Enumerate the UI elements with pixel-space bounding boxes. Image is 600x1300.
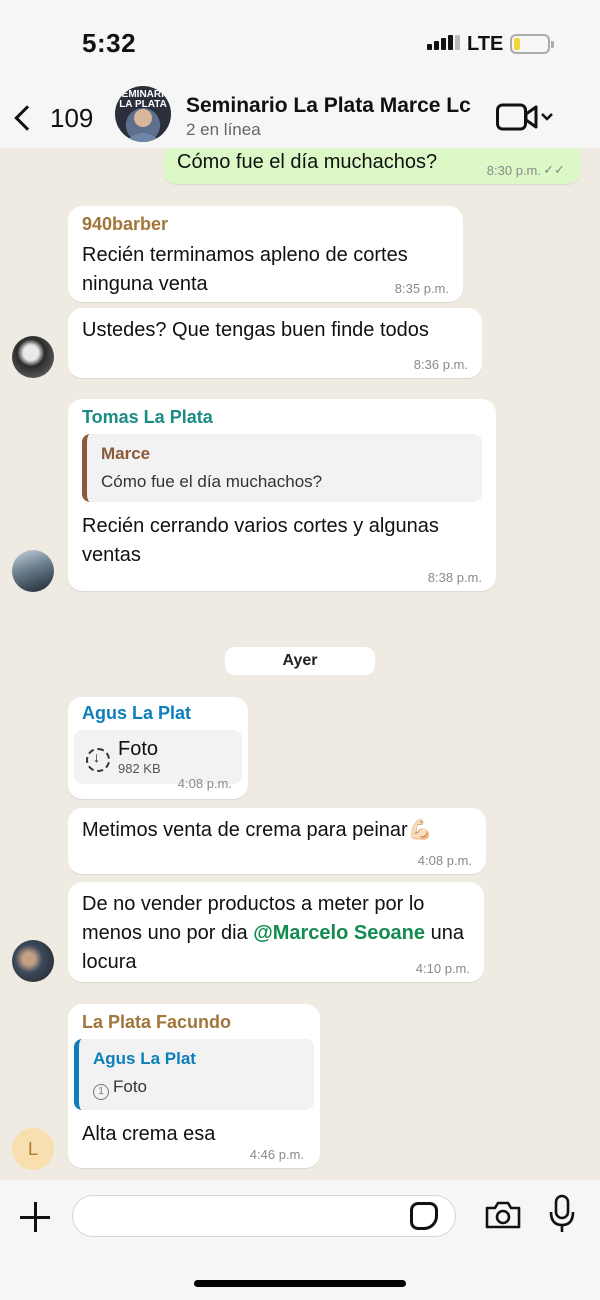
back-chevron-icon — [14, 105, 40, 131]
status-bar: 5:32 LTE — [0, 0, 600, 86]
attach-plus-button[interactable] — [18, 1200, 52, 1234]
incoming-message[interactable]: 940barber Recién terminamos apleno de co… — [68, 206, 463, 302]
timer-icon: 1 — [93, 1084, 109, 1100]
camera-icon — [485, 1201, 521, 1229]
message-time: 4:08 p.m. — [177, 776, 232, 791]
composer-bar — [0, 1180, 600, 1300]
group-name[interactable]: Seminario La Plata Marce Lc — [186, 94, 471, 118]
home-indicator — [194, 1280, 406, 1287]
message-time: 4:10 p.m. — [415, 961, 470, 976]
microphone-button[interactable] — [548, 1194, 576, 1234]
mention-link[interactable]: @Marcelo Seoane — [253, 922, 425, 944]
incoming-message[interactable]: De no vender productos a meter por lo me… — [68, 882, 484, 982]
battery-icon — [510, 34, 554, 54]
file-size: 982 KB — [118, 761, 161, 776]
date-divider: Ayer — [225, 647, 375, 675]
message-text: Recién cerrando varios cortes y algunas … — [82, 515, 439, 566]
message-text: Alta crema esa — [82, 1123, 216, 1145]
sender-name[interactable]: Tomas La Plata — [82, 407, 482, 428]
camera-button[interactable] — [484, 1200, 522, 1230]
incoming-message[interactable]: Ustedes? Que tengas buen finde todos 8:3… — [68, 308, 482, 378]
download-icon[interactable] — [86, 748, 110, 772]
message-input[interactable] — [72, 1195, 456, 1237]
person-silhouette-icon — [125, 109, 161, 142]
quoted-text: Cómo fue el día muchachos? — [101, 472, 323, 491]
sender-avatar[interactable] — [12, 550, 54, 592]
avatar-letter: L — [27, 1139, 38, 1159]
sender-name[interactable]: La Plata Facundo — [82, 1012, 314, 1033]
message-time: 4:08 p.m. — [417, 853, 472, 868]
sender-name[interactable]: Agus La Plat — [82, 703, 242, 724]
file-name: Foto — [118, 738, 159, 760]
chat-header: 109 SEMINARIO LA PLATA Seminario La Plata… — [0, 86, 600, 148]
message-text: Metimos venta de crema para peinar💪🏻 — [82, 819, 433, 841]
video-call-icon — [496, 103, 553, 131]
message-time: 4:46 p.m. — [249, 1147, 304, 1162]
sender-avatar[interactable] — [12, 940, 54, 982]
video-call-button[interactable] — [496, 102, 556, 132]
incoming-message[interactable]: Metimos venta de crema para peinar💪🏻 4:0… — [68, 808, 486, 874]
incoming-message[interactable]: Agus La Plat Foto 982 KB 4:08 p.m. — [68, 697, 248, 799]
status-time: 5:32 — [82, 28, 137, 58]
quoted-text: 1 Foto — [93, 1077, 300, 1100]
unread-count: 109 — [50, 102, 94, 133]
signal-strength-icon — [427, 34, 460, 50]
group-avatar[interactable]: SEMINARIO LA PLATA — [115, 86, 171, 142]
message-text: Ustedes? Que tengas buen finde todos — [82, 319, 429, 341]
chat-area[interactable]: Cómo fue el día muchachos? 8:30 p.m. ✓✓ … — [0, 148, 600, 1180]
outgoing-message[interactable]: Cómo fue el día muchachos? 8:30 p.m. ✓✓ — [163, 148, 581, 184]
quoted-text-label: Foto — [113, 1077, 148, 1096]
network-type: LTE — [467, 33, 504, 55]
online-status: 2 en línea — [186, 120, 261, 139]
message-time: 8:38 p.m. — [427, 570, 482, 585]
incoming-message[interactable]: Tomas La Plata Marce Cómo fue el día muc… — [68, 399, 496, 591]
message-time: 8:35 p.m. — [394, 281, 449, 296]
microphone-icon — [549, 1194, 575, 1232]
incoming-message[interactable]: La Plata Facundo Agus La Plat 1 Foto Alta… — [68, 1004, 320, 1168]
sender-avatar[interactable] — [12, 336, 54, 378]
message-time: 8:30 p.m. — [486, 163, 541, 178]
quoted-message[interactable]: Marce Cómo fue el día muchachos? — [82, 434, 482, 502]
sticker-icon[interactable] — [410, 1202, 438, 1230]
back-button[interactable]: 109 — [12, 98, 93, 138]
double-check-icon: ✓✓ — [543, 162, 565, 177]
quoted-message[interactable]: Agus La Plat 1 Foto — [74, 1039, 314, 1110]
quoted-author: Agus La Plat — [93, 1049, 196, 1068]
message-time: 8:36 p.m. — [413, 357, 468, 372]
sender-avatar[interactable]: L — [12, 1128, 54, 1170]
quoted-author: Marce — [101, 444, 151, 463]
sender-name[interactable]: 940barber — [82, 214, 449, 235]
